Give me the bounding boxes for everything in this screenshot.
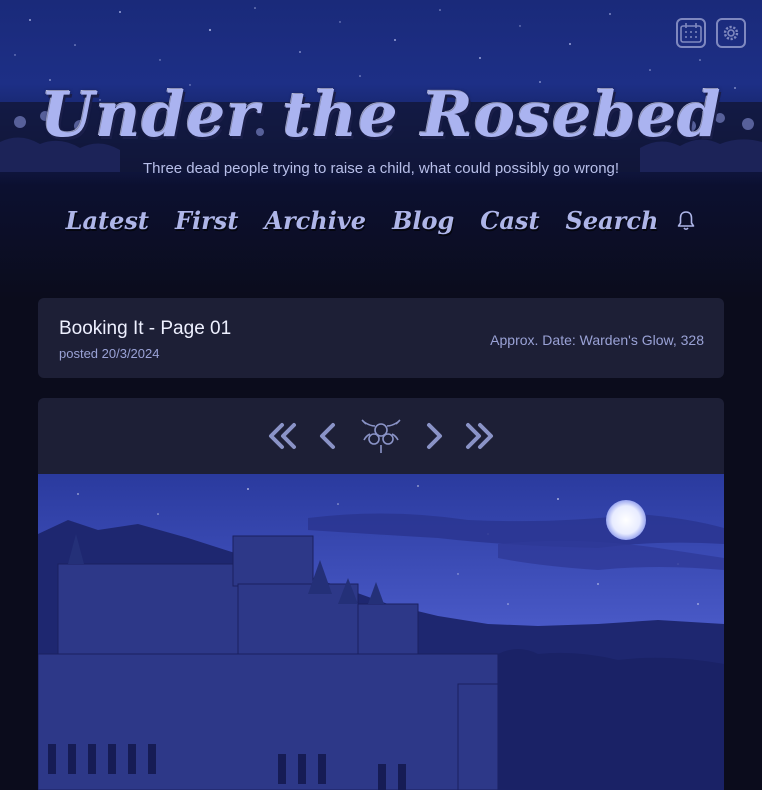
nav-latest[interactable]: Latest bbox=[66, 206, 149, 235]
comic-page-image[interactable] bbox=[38, 474, 724, 790]
rose-emblem-icon[interactable] bbox=[358, 416, 404, 456]
comic-navigation bbox=[38, 398, 724, 474]
nav-archive[interactable]: Archive bbox=[264, 206, 366, 235]
approx-in-world-date: Approx. Date: Warden's Glow, 328 bbox=[490, 332, 704, 348]
comic-card bbox=[38, 398, 724, 790]
post-title: Booking It - Page 01 bbox=[59, 318, 232, 339]
chevron-left-icon[interactable] bbox=[316, 422, 340, 450]
site-tagline: Three dead people trying to raise a chil… bbox=[142, 160, 620, 177]
nav-cast[interactable]: Cast bbox=[480, 206, 539, 235]
nav-search[interactable]: Search bbox=[566, 206, 659, 235]
calendar-icon[interactable] bbox=[676, 18, 706, 48]
site-header: Under the Rosebed Three dead people tryi… bbox=[0, 0, 762, 300]
bell-icon[interactable] bbox=[676, 210, 696, 232]
nav-blog[interactable]: Blog bbox=[392, 206, 454, 235]
nav-first[interactable]: First bbox=[175, 206, 238, 235]
chevron-right-icon[interactable] bbox=[422, 422, 446, 450]
settings-gear-icon[interactable] bbox=[716, 18, 746, 48]
double-chevron-left-icon[interactable] bbox=[266, 422, 298, 450]
post-info-card: Booking It - Page 01 posted 20/3/2024 Ap… bbox=[38, 298, 724, 378]
post-date: posted 20/3/2024 bbox=[59, 346, 160, 361]
main-nav: Latest First Archive Blog Cast Search bbox=[0, 206, 762, 235]
site-title[interactable]: Under the Rosebed bbox=[0, 78, 762, 151]
double-chevron-right-icon[interactable] bbox=[464, 422, 496, 450]
